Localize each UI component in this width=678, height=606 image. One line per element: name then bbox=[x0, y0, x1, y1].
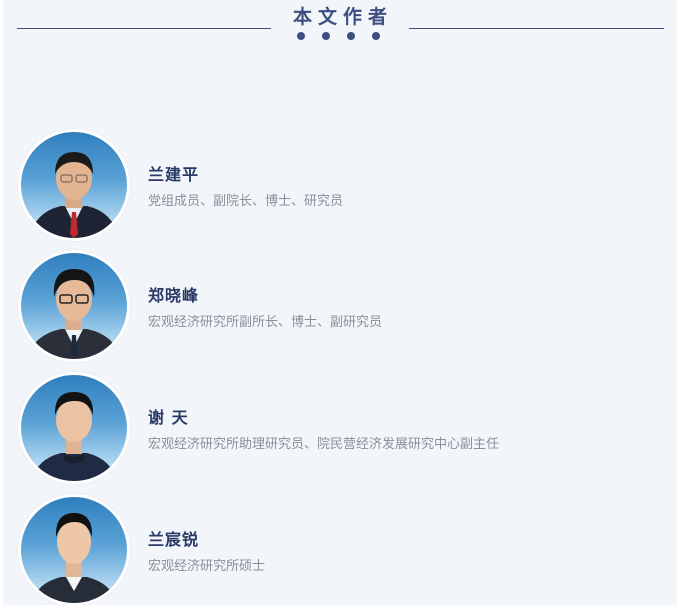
author-role: 宏观经济研究所硕士 bbox=[148, 559, 266, 574]
header-dot bbox=[322, 32, 330, 40]
author-card: 兰建平 党组成员、副院长、博士、研究员 bbox=[18, 129, 638, 241]
header-dot bbox=[347, 32, 355, 40]
author-name: 兰宸锐 bbox=[148, 530, 200, 549]
author-role: 宏观经济研究所副所长、博士、副研究员 bbox=[148, 315, 383, 330]
author-photo bbox=[18, 129, 130, 241]
section-title: 本文作者 bbox=[292, 6, 393, 28]
author-name: 谢 天 bbox=[148, 408, 189, 427]
author-photo bbox=[18, 250, 130, 362]
author-role: 党组成员、副院长、博士、研究员 bbox=[148, 194, 344, 209]
header-divider-right bbox=[409, 28, 664, 29]
header-dot bbox=[372, 32, 380, 40]
author-card: 郑晓峰 宏观经济研究所副所长、博士、副研究员 bbox=[18, 250, 638, 362]
section-header: 本文作者 bbox=[0, 0, 678, 50]
author-card: 兰宸锐 宏观经济研究所硕士 bbox=[18, 494, 638, 606]
header-divider-left bbox=[17, 28, 271, 29]
author-role: 宏观经济研究所助理研究员、院民营经济发展研究中心副主任 bbox=[148, 437, 500, 452]
author-card: 谢 天 宏观经济研究所助理研究员、院民营经济发展研究中心副主任 bbox=[18, 372, 638, 484]
header-dots bbox=[297, 32, 387, 40]
header-dot bbox=[297, 32, 305, 40]
author-photo bbox=[18, 372, 130, 484]
author-photo bbox=[18, 494, 130, 606]
author-name: 郑晓峰 bbox=[148, 286, 200, 305]
author-name: 兰建平 bbox=[148, 165, 200, 184]
